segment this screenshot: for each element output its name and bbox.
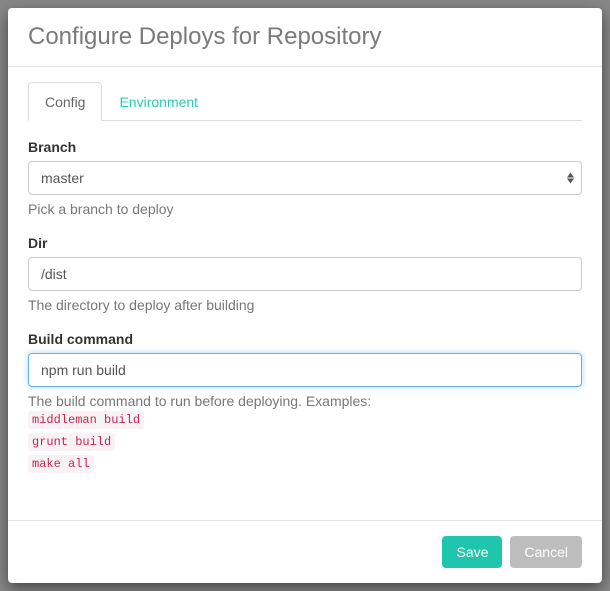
- example-code: grunt build: [28, 433, 115, 451]
- build-label: Build command: [28, 331, 582, 347]
- tab-environment[interactable]: Environment: [102, 82, 215, 121]
- branch-help: Pick a branch to deploy: [28, 201, 582, 217]
- cancel-button[interactable]: Cancel: [510, 536, 582, 568]
- dir-group: Dir The directory to deploy after buildi…: [28, 235, 582, 313]
- branch-label: Branch: [28, 139, 582, 155]
- branch-select-wrap: master: [28, 161, 582, 195]
- tab-list: Config Environment: [28, 82, 582, 121]
- branch-select[interactable]: master: [28, 161, 582, 195]
- tab-config[interactable]: Config: [28, 82, 102, 121]
- modal-header: Configure Deploys for Repository: [8, 8, 602, 67]
- save-button[interactable]: Save: [442, 536, 502, 568]
- build-command-input[interactable]: [28, 353, 582, 387]
- dir-help: The directory to deploy after building: [28, 297, 582, 313]
- dir-input[interactable]: [28, 257, 582, 291]
- modal-body: Config Environment Branch master Pick a …: [8, 67, 602, 520]
- example-code: middleman build: [28, 411, 144, 429]
- modal-title: Configure Deploys for Repository: [28, 23, 582, 51]
- configure-deploys-modal: Configure Deploys for Repository Config …: [8, 8, 602, 583]
- modal-footer: Save Cancel: [8, 520, 602, 583]
- build-group: Build command The build command to run b…: [28, 331, 582, 475]
- dir-label: Dir: [28, 235, 582, 251]
- example-code: make all: [28, 455, 94, 473]
- build-help: The build command to run before deployin…: [28, 393, 582, 475]
- branch-group: Branch master Pick a branch to deploy: [28, 139, 582, 217]
- build-help-intro: The build command to run before deployin…: [28, 393, 371, 409]
